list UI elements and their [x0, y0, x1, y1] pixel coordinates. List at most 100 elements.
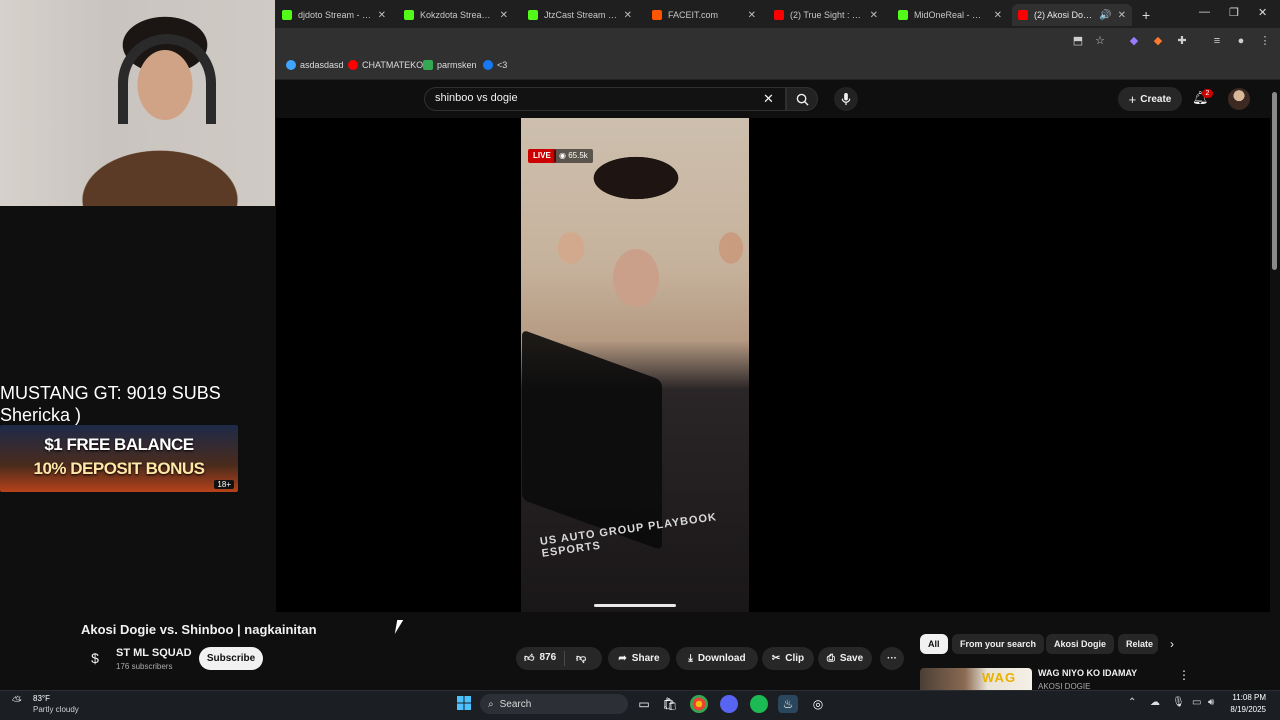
browser-tab-active[interactable]: (2) Akosi Dogie v 🔊 ✕ — [1012, 4, 1132, 26]
volume-icon[interactable]: 🔊︎ — [1208, 697, 1214, 708]
save-label: Save — [839, 653, 864, 664]
mic-icon — [841, 92, 851, 105]
onedrive-icon[interactable]: ☁ — [1150, 697, 1160, 708]
tab-title: (2) Akosi Dogie v — [1034, 10, 1094, 20]
microphone-icon[interactable]: 🎙︎ — [1172, 697, 1185, 708]
bookmark[interactable]: parmsken — [423, 60, 477, 70]
globe-icon — [286, 60, 296, 70]
recommended-title[interactable]: WAG NIYO KO IDAMAY — [1038, 668, 1137, 678]
kebab-menu-icon[interactable]: ⋮ — [1178, 668, 1190, 682]
chip-all[interactable]: All — [920, 634, 948, 654]
bookmark[interactable]: <3 — [483, 60, 507, 70]
close-icon[interactable]: ✕ — [624, 10, 632, 21]
video-player[interactable] — [276, 118, 1270, 612]
close-icon[interactable]: ✕ — [378, 10, 386, 21]
channel-avatar-icon[interactable]: $ — [84, 647, 106, 669]
windows-start-icon[interactable] — [454, 695, 474, 713]
browser-tab[interactable]: MidOneReal - Watch ✕ — [892, 4, 1008, 26]
bookmark-label: parmsken — [437, 60, 477, 70]
sheets-icon — [423, 60, 433, 70]
bookmark[interactable]: CHATMATEKO — [348, 60, 423, 70]
viewer-count: 65.5k — [568, 151, 588, 160]
chevron-up-icon[interactable]: ⌃ — [1128, 697, 1136, 708]
browser-tab[interactable]: JtzCast Stream - Wa ✕ — [522, 4, 638, 26]
youtube-icon — [774, 10, 784, 20]
kick-icon — [282, 10, 292, 20]
close-icon[interactable]: ✕ — [748, 10, 756, 21]
close-window-icon[interactable]: ✕ — [1258, 6, 1267, 19]
bookmark-label: asdasdasd — [300, 60, 344, 70]
chevron-right-icon[interactable]: › — [1164, 636, 1180, 652]
weather-icon[interactable]: ⛅︎ — [12, 694, 32, 708]
kick-icon — [528, 10, 538, 20]
restore-icon[interactable]: ❐ — [1229, 6, 1239, 19]
share-label: Share — [631, 653, 660, 664]
browser-tab[interactable]: djdoto Stream - Watc ✕ — [276, 4, 392, 26]
close-icon[interactable]: ✕ — [500, 10, 508, 21]
scrollbar-thumb[interactable] — [1272, 92, 1277, 270]
more-actions-icon[interactable]: ··· — [880, 647, 904, 670]
overlay-line: Shericka ) — [0, 405, 82, 425]
extension-icon[interactable]: ◆ — [1151, 34, 1165, 48]
clear-search-icon[interactable]: ✕ — [763, 91, 774, 107]
clock-date[interactable]: 8/19/2025 — [1218, 705, 1266, 714]
weather-temp[interactable]: 83°F — [33, 694, 50, 703]
tab-title: FACEIT.com — [668, 10, 719, 20]
download-button[interactable]: ⤓ Download — [676, 647, 758, 670]
subscribe-button[interactable]: Subscribe — [199, 647, 263, 670]
minimize-icon[interactable]: — — [1199, 6, 1210, 18]
thumbs-down-icon: 👎︎ — [576, 653, 587, 664]
taskbar-search[interactable]: ⌕ Search — [480, 694, 628, 714]
eye-icon: ◉ — [559, 151, 569, 160]
browser-tab[interactable]: FACEIT.com ✕ — [646, 4, 762, 26]
kick-icon — [404, 10, 414, 20]
steam-icon[interactable]: ♨ — [778, 695, 798, 713]
mouse-cursor — [394, 620, 404, 634]
notification-badge: 2 — [1202, 89, 1213, 98]
clock-time[interactable]: 11:08 PM — [1218, 693, 1266, 702]
chip-channel[interactable]: Akosi Dogie — [1046, 634, 1115, 654]
speaker-icon[interactable]: 🔊 — [1099, 10, 1111, 21]
store-icon[interactable]: 🛍︎ — [660, 695, 680, 713]
tab-search-icon[interactable]: ≡ — [1210, 34, 1224, 48]
close-icon[interactable]: ✕ — [870, 10, 878, 21]
tab-title: (2) True Sight : The In — [790, 10, 864, 20]
close-icon[interactable]: ✕ — [994, 10, 1002, 21]
browser-tab[interactable]: (2) True Sight : The In ✕ — [768, 4, 884, 26]
bookmark[interactable]: asdasdasd — [286, 60, 344, 70]
channel-name[interactable]: ST ML SQUAD — [116, 647, 192, 659]
save-button[interactable]: ⎙ Save — [818, 647, 872, 670]
dislike-button[interactable]: 👎︎ — [576, 652, 586, 664]
discord-icon[interactable] — [720, 695, 738, 713]
voice-search-button[interactable] — [834, 87, 858, 111]
viewer-count-badge: ◉ 65.5k — [554, 149, 593, 163]
chrome-icon[interactable] — [690, 695, 708, 713]
extension-icon[interactable]: ◆ — [1127, 34, 1141, 48]
task-view-icon[interactable]: ▭ — [634, 695, 654, 713]
clip-button[interactable]: ✂ Clip — [762, 647, 814, 670]
chip-from-search[interactable]: From your search — [952, 634, 1045, 654]
new-tab-icon[interactable]: + — [1136, 4, 1154, 26]
search-button[interactable] — [786, 87, 818, 111]
app-icon[interactable]: ◎ — [808, 695, 828, 713]
share-button[interactable]: ➦ Share — [608, 647, 670, 670]
search-icon: ⌕ — [488, 698, 494, 710]
chip-related[interactable]: Relate — [1118, 634, 1158, 654]
bookmark-star-icon[interactable]: ☆ — [1093, 34, 1107, 48]
browser-tab[interactable]: Kokzdota Stream - W ✕ — [398, 4, 514, 26]
close-icon[interactable]: ✕ — [1118, 10, 1126, 21]
overlay-line: MUSTANG GT: 9019 SUBS — [0, 383, 221, 403]
search-input[interactable] — [435, 92, 735, 104]
search-box[interactable]: ✕ — [424, 87, 786, 111]
avatar[interactable] — [1228, 88, 1250, 110]
search-icon — [796, 93, 809, 106]
like-button[interactable]: 👍︎ 876 — [524, 652, 556, 664]
network-icon[interactable]: ▭ — [1192, 697, 1201, 708]
puzzle-icon[interactable]: ✚ — [1175, 34, 1189, 48]
install-app-icon[interactable]: ⬒ — [1071, 34, 1085, 48]
menu-icon[interactable]: ⋮ — [1258, 34, 1272, 48]
spotify-icon[interactable] — [750, 695, 768, 713]
create-button[interactable]: + Create — [1118, 87, 1182, 111]
recommended-thumbnail[interactable]: WAG — [920, 668, 1032, 690]
profile-icon[interactable]: ● — [1234, 34, 1248, 48]
